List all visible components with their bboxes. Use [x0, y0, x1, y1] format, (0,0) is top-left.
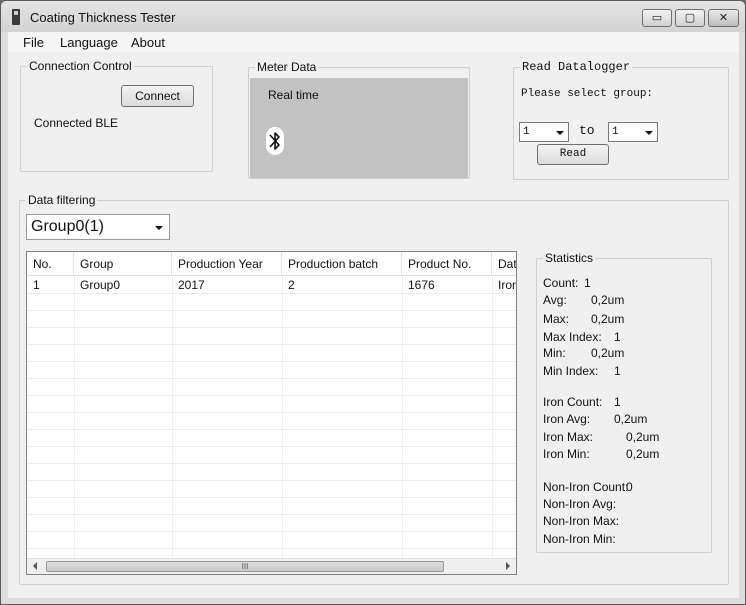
connect-button[interactable]: Connect	[121, 85, 194, 107]
cell-no: 1	[33, 278, 40, 292]
stat-max-value: 0,2um	[591, 312, 625, 326]
cell-data: Iron	[498, 278, 517, 292]
title-bar[interactable]: Coating Thickness Tester ▭ ▢ ✕	[1, 1, 745, 32]
connection-status: Connected BLE	[34, 116, 119, 130]
table-header: No. Group Production Year Production bat…	[27, 252, 516, 276]
stat-iron-avg-label: Iron Avg:	[543, 412, 591, 426]
group-filter-value: Group0(1)	[31, 218, 104, 235]
cell-production-year: 2017	[178, 278, 205, 292]
minimize-button[interactable]: ▭	[642, 9, 672, 27]
from-group-select[interactable]: 1	[519, 122, 569, 142]
data-filtering-label: Data filtering	[26, 193, 98, 207]
from-group-value: 1	[523, 126, 530, 138]
stat-max-index-label: Max Index:	[543, 330, 602, 344]
column-header-production-year[interactable]: Production Year	[172, 252, 282, 276]
stat-iron-min-value: 0,2um	[626, 447, 660, 461]
scroll-thumb[interactable]: III	[46, 561, 444, 572]
stat-noniron-min-label: Non-Iron Min:	[543, 532, 616, 546]
app-window: Coating Thickness Tester ▭ ▢ ✕ File Lang…	[0, 0, 746, 605]
window-title: Coating Thickness Tester	[30, 10, 176, 25]
menu-bar: File Language About	[8, 32, 739, 52]
column-header-group[interactable]: Group	[74, 252, 172, 276]
stat-iron-min-label: Iron Min:	[543, 447, 590, 461]
column-header-no[interactable]: No.	[27, 252, 74, 276]
stat-noniron-avg-label: Non-Iron Avg:	[543, 497, 617, 511]
read-datalogger-group: Read Datalogger Please select group: 1 t…	[513, 60, 729, 180]
meter-data-label: Meter Data	[255, 60, 319, 74]
group-filter-select[interactable]: Group0(1)	[26, 214, 170, 240]
stat-max-index-value: 1	[614, 330, 621, 344]
chevron-down-icon	[155, 226, 163, 230]
cell-production-batch: 2	[288, 278, 295, 292]
statistics-label: Statistics	[543, 251, 596, 265]
stat-count-value: 1	[584, 276, 591, 290]
stat-min-value: 0,2um	[591, 346, 625, 360]
stat-min-index-value: 1	[614, 364, 621, 378]
scroll-left-icon[interactable]	[33, 562, 37, 570]
stat-iron-max-label: Iron Max:	[543, 430, 594, 444]
client-area: File Language About Connection Control C…	[8, 32, 739, 598]
horizontal-scrollbar[interactable]: III	[27, 558, 516, 574]
meter-display: Real time	[250, 78, 468, 178]
close-button[interactable]: ✕	[708, 9, 739, 27]
stat-avg-value: 0,2um	[591, 293, 625, 307]
stat-noniron-count-value: 0	[626, 480, 633, 494]
scroll-right-icon[interactable]	[506, 562, 510, 570]
stat-iron-count-value: 1	[614, 395, 621, 409]
to-label: to	[579, 123, 595, 138]
bluetooth-icon	[266, 127, 284, 155]
meter-mode: Real time	[268, 88, 319, 102]
stat-min-label: Min:	[543, 346, 566, 360]
stat-avg-label: Avg:	[543, 293, 567, 307]
read-datalogger-label: Read Datalogger	[520, 60, 633, 74]
chevron-down-icon	[645, 131, 653, 135]
menu-language[interactable]: Language	[60, 35, 118, 50]
stat-iron-avg-value: 0,2um	[614, 412, 648, 426]
column-header-production-batch[interactable]: Production batch	[282, 252, 402, 276]
column-header-data[interactable]: Data	[492, 252, 516, 276]
to-group-select[interactable]: 1	[608, 122, 658, 142]
datalogger-prompt: Please select group:	[521, 88, 654, 100]
maximize-button[interactable]: ▢	[675, 9, 705, 27]
stat-noniron-count-label: Non-Iron Count:	[543, 480, 629, 494]
stat-iron-count-label: Iron Count:	[543, 395, 603, 409]
stat-noniron-max-label: Non-Iron Max:	[543, 514, 620, 528]
to-group-value: 1	[612, 126, 619, 138]
data-table[interactable]: No. Group Production Year Production bat…	[26, 251, 517, 575]
chevron-down-icon	[556, 131, 564, 135]
stat-iron-max-value: 0,2um	[626, 430, 660, 444]
connection-control-label: Connection Control	[27, 59, 134, 73]
read-button[interactable]: Read	[537, 144, 609, 165]
app-icon	[12, 9, 20, 25]
cell-group: Group0	[80, 278, 121, 292]
stat-max-label: Max:	[543, 312, 570, 326]
stat-count-label: Count:	[543, 276, 579, 290]
menu-about[interactable]: About	[131, 35, 165, 50]
table-row[interactable]: 1 Group0 2017 2 1676 Iron	[27, 277, 517, 294]
meter-data-group: Meter Data Real time	[248, 60, 470, 179]
cell-product-no: 1676	[408, 278, 435, 292]
stat-min-index-label: Min Index:	[543, 364, 599, 378]
column-header-product-no[interactable]: Product No.	[402, 252, 492, 276]
connection-control-group: Connection Control Connect Connected BLE	[20, 59, 213, 172]
menu-file[interactable]: File	[23, 35, 44, 50]
